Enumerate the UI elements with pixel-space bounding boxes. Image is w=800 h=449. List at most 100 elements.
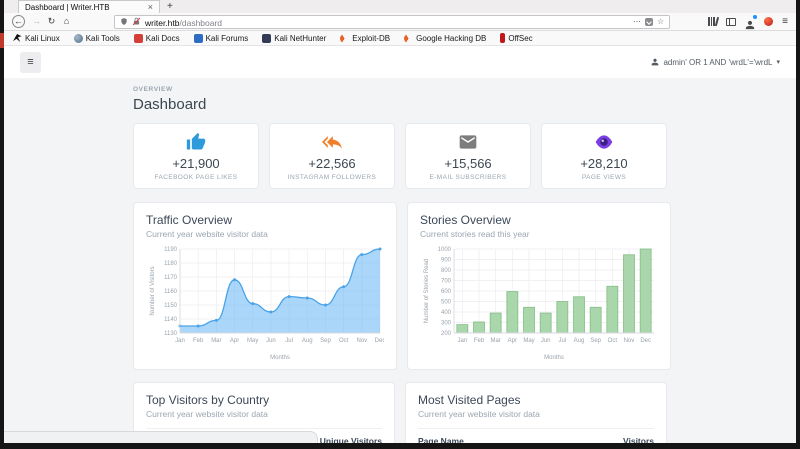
back-button[interactable]: ←: [12, 15, 25, 28]
stat-label: PAGE VIEWS: [582, 174, 626, 181]
svg-text:1140: 1140: [164, 317, 178, 323]
svg-text:Feb: Feb: [193, 338, 204, 344]
bookmark-offsec[interactable]: OffSec: [500, 33, 532, 43]
svg-text:Jun: Jun: [541, 338, 551, 344]
svg-text:Months: Months: [270, 355, 290, 361]
stat-value: +15,566: [444, 156, 491, 171]
svg-text:Number of Visitors: Number of Visitors: [150, 266, 156, 315]
bookmark-exploit-db[interactable]: Exploit-DB: [340, 34, 390, 43]
svg-text:800: 800: [441, 268, 452, 274]
svg-text:1150: 1150: [164, 303, 178, 309]
browser-titlebar: Dashboard | Writer.HTB × +: [4, 0, 796, 13]
thumbs-up-icon: [185, 132, 207, 152]
tab-close-icon[interactable]: ×: [148, 2, 153, 12]
bookmark-kali-forums[interactable]: Kali Forums: [194, 34, 249, 43]
svg-text:Jul: Jul: [558, 338, 566, 344]
url-host: writer.htb: [145, 18, 180, 28]
kali-linux-icon: [13, 34, 22, 43]
stat-value: +22,566: [308, 156, 355, 171]
svg-text:600: 600: [441, 289, 452, 295]
bookmark-google-hacking-db[interactable]: Google Hacking DB: [404, 34, 486, 43]
kali-nethunter-icon: [262, 34, 271, 43]
svg-text:Months: Months: [544, 355, 564, 361]
charts-row: Traffic Overview Current year website vi…: [133, 202, 667, 370]
svg-text:Sep: Sep: [320, 338, 331, 344]
svg-text:Jan: Jan: [175, 338, 185, 344]
svg-text:Jun: Jun: [266, 338, 276, 344]
svg-text:May: May: [247, 338, 258, 344]
svg-text:May: May: [523, 338, 534, 344]
svg-text:Aug: Aug: [302, 338, 313, 344]
svg-text:1180: 1180: [164, 261, 178, 267]
chart-subtitle: Current stories read this year: [420, 229, 658, 239]
svg-text:400: 400: [441, 310, 452, 316]
library-icon[interactable]: [708, 17, 717, 26]
page-viewport: ≡ admin' OR 1 AND 'wrdL'='wrdL ▾ OVERVIE…: [4, 46, 796, 443]
new-tab-button[interactable]: +: [160, 0, 180, 13]
svg-text:1000: 1000: [438, 247, 452, 253]
svg-text:700: 700: [441, 279, 452, 285]
svg-text:Aug: Aug: [574, 338, 585, 344]
svg-text:Nov: Nov: [624, 338, 635, 344]
sidebar-toggle-icon[interactable]: [726, 18, 736, 26]
browser-window: Dashboard | Writer.HTB × + ← → ↻ ⌂ write…: [4, 0, 796, 443]
kali-forums-icon: [194, 34, 203, 43]
reply-all-icon: [321, 132, 343, 152]
url-path: /dashboard: [180, 18, 223, 28]
table-title: Top Visitors by Country: [146, 393, 382, 407]
svg-text:Nov: Nov: [356, 338, 367, 344]
forward-button[interactable]: →: [29, 14, 44, 29]
svg-text:1160: 1160: [164, 289, 178, 295]
stat-label: INSTAGRAM FOLLOWERS: [288, 174, 376, 181]
stat-card-facebook: +21,900 FACEBOOK PAGE LIKES: [133, 123, 259, 189]
eye-icon: [593, 132, 615, 152]
tab-title: Dashboard | Writer.HTB: [25, 3, 142, 12]
account-icon[interactable]: [745, 17, 755, 27]
bookmark-kali-docs[interactable]: Kali Docs: [134, 34, 180, 43]
exploit-db-icon: [340, 34, 349, 43]
pocket-save-icon[interactable]: [645, 18, 653, 26]
chart-subtitle: Current year website visitor data: [146, 229, 384, 239]
tracking-shield-icon[interactable]: [120, 17, 128, 26]
most-visited-card: Most Visited Pages Current year website …: [405, 382, 667, 443]
dashboard-content: OVERVIEW Dashboard +21,900 FACEBOOK PAGE…: [133, 86, 667, 443]
bookmark-kali-tools[interactable]: Kali Tools: [74, 34, 120, 43]
svg-text:Oct: Oct: [339, 338, 349, 344]
svg-text:Feb: Feb: [474, 338, 485, 344]
google-hacking-db-icon: [404, 34, 413, 43]
home-button[interactable]: ⌂: [59, 14, 74, 29]
stat-label: E-MAIL SUBSCRIBERS: [429, 174, 506, 181]
svg-text:900: 900: [441, 258, 452, 264]
svg-text:Sep: Sep: [590, 338, 601, 344]
svg-text:Dec: Dec: [640, 338, 651, 344]
user-icon: [651, 58, 659, 66]
reload-button[interactable]: ↻: [44, 14, 59, 29]
svg-text:1130: 1130: [164, 331, 178, 337]
bookmark-kali-linux[interactable]: Kali Linux: [13, 34, 60, 43]
svg-text:500: 500: [441, 300, 452, 306]
page-actions-icon[interactable]: ⋯: [633, 17, 641, 26]
status-panel: [4, 431, 318, 443]
insecure-lock-icon[interactable]: [132, 17, 141, 26]
svg-text:Apr: Apr: [508, 338, 517, 344]
user-menu[interactable]: admin' OR 1 AND 'wrdL'='wrdL ▾: [651, 58, 780, 67]
kali-docs-icon: [134, 34, 143, 43]
sidebar-toggle-button[interactable]: ≡: [20, 52, 41, 73]
user-menu-label: admin' OR 1 AND 'wrdL'='wrdL: [663, 58, 772, 67]
url-bar[interactable]: writer.htb/dashboard ⋯ ☆: [114, 15, 670, 29]
app-menu-icon[interactable]: ≡: [782, 16, 788, 27]
proxy-extension-icon[interactable]: [764, 17, 773, 26]
browser-tab[interactable]: Dashboard | Writer.HTB ×: [18, 0, 160, 13]
bookmark-star-icon[interactable]: ☆: [657, 17, 664, 26]
envelope-icon: [457, 132, 479, 152]
svg-text:Mar: Mar: [490, 338, 500, 344]
table-title: Most Visited Pages: [418, 393, 654, 407]
overview-kicker: OVERVIEW: [133, 86, 667, 93]
svg-text:Mar: Mar: [211, 338, 221, 344]
bookmark-kali-nethunter[interactable]: Kali NetHunter: [262, 34, 326, 43]
toolbar-icons: ≡: [708, 16, 788, 27]
stat-cards-row: +21,900 FACEBOOK PAGE LIKES +22,566 INST…: [133, 123, 667, 189]
stat-value: +21,900: [172, 156, 219, 171]
stories-bar-chart: 2003004005006007008009001000JanFebMarApr…: [420, 243, 658, 361]
table-subtitle: Current year website visitor data: [146, 409, 382, 419]
